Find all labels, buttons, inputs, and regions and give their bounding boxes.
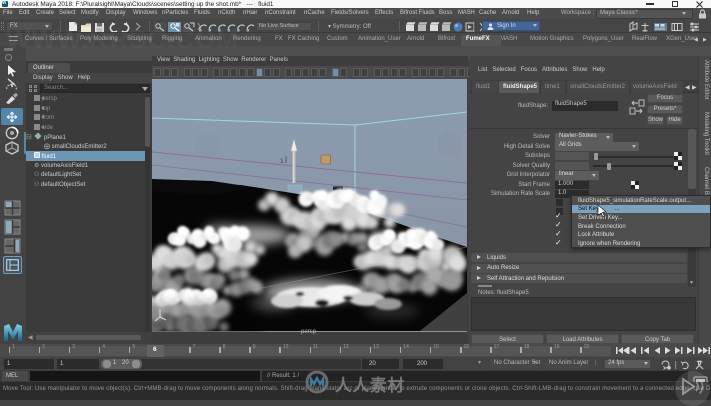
svg-text:1: 1 (280, 158, 284, 165)
